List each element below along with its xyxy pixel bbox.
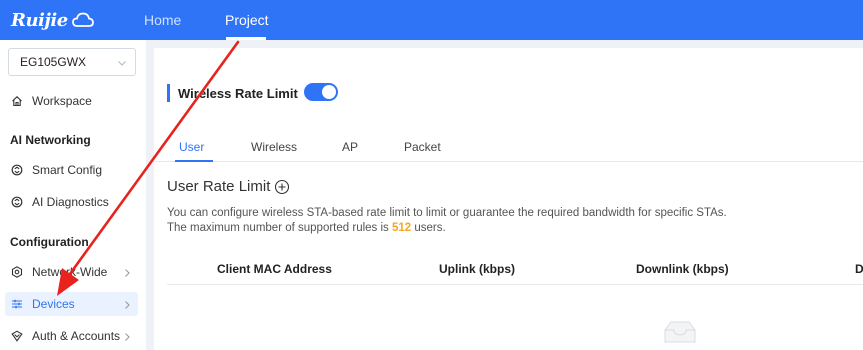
chevron-down-icon bbox=[117, 57, 127, 71]
title-accent-bar bbox=[167, 84, 170, 102]
column-header-truncated: D bbox=[855, 262, 863, 276]
active-tab-indicator bbox=[175, 160, 213, 162]
column-header-mac: Client MAC Address bbox=[217, 262, 332, 276]
home-icon bbox=[11, 95, 23, 107]
sidebar-item-label: Network-Wide bbox=[32, 265, 108, 279]
sidebar-item-label: Smart Config bbox=[32, 163, 103, 177]
toggle-knob bbox=[322, 85, 336, 99]
sidebar-section-configuration: Configuration bbox=[10, 235, 89, 249]
main-content: Wireless Rate Limit User Wireless AP Pac… bbox=[147, 40, 863, 350]
rate-limit-title: Wireless Rate Limit bbox=[178, 85, 298, 101]
logo-text: Ruijie bbox=[11, 9, 68, 31]
top-navbar: Ruijie Home Project bbox=[0, 0, 863, 40]
max-rules-value: 512 bbox=[391, 222, 412, 234]
sidebar-section-ai: AI Networking bbox=[10, 133, 91, 147]
chevron-right-icon bbox=[123, 331, 131, 345]
description-line-2: The maximum number of supported rules is… bbox=[167, 222, 446, 234]
empty-inbox-icon bbox=[661, 320, 699, 349]
chevron-right-icon bbox=[123, 299, 131, 313]
sidebar-item-label: AI Diagnostics bbox=[32, 195, 109, 209]
sidebar: EG105GWX Workspace AI Networking Smart C… bbox=[0, 40, 146, 350]
sidebar-item-smart-config[interactable]: Smart Config bbox=[0, 158, 146, 182]
shield-icon bbox=[11, 330, 23, 342]
nav-tab-home[interactable]: Home bbox=[144, 0, 181, 40]
tab-ap[interactable]: AP bbox=[342, 140, 358, 154]
column-header-downlink: Downlink (kbps) bbox=[636, 262, 729, 276]
description-line-1: You can configure wireless STA-based rat… bbox=[167, 207, 727, 219]
user-rate-limit-heading: User Rate Limit bbox=[167, 178, 290, 195]
content-card: Wireless Rate Limit User Wireless AP Pac… bbox=[154, 48, 863, 350]
desc-prefix: The maximum number of supported rules is bbox=[167, 222, 392, 234]
sidebar-item-devices[interactable]: Devices bbox=[5, 292, 138, 316]
desc-suffix: users. bbox=[411, 222, 446, 234]
chevron-right-icon bbox=[123, 267, 131, 281]
sidebar-item-label: Devices bbox=[32, 297, 75, 311]
device-select[interactable]: EG105GWX bbox=[8, 48, 136, 76]
sidebar-item-auth-accounts[interactable]: Auth & Accounts bbox=[0, 324, 146, 348]
tab-packet[interactable]: Packet bbox=[404, 140, 441, 154]
brand-logo[interactable]: Ruijie bbox=[11, 0, 131, 40]
tab-wireless[interactable]: Wireless bbox=[251, 140, 297, 154]
cloud-icon bbox=[71, 12, 94, 28]
tab-user[interactable]: User bbox=[179, 140, 204, 154]
rate-limit-header: Wireless Rate Limit bbox=[167, 84, 298, 102]
section-title: User Rate Limit bbox=[167, 178, 271, 195]
tab-bar: User Wireless AP Packet bbox=[154, 130, 863, 162]
sidebar-item-network-wide[interactable]: Network-Wide bbox=[0, 260, 146, 284]
ai-diagnostics-icon bbox=[11, 196, 23, 208]
column-header-uplink: Uplink (kbps) bbox=[439, 262, 516, 276]
gear-icon bbox=[11, 266, 23, 278]
sidebar-item-label: Auth & Accounts bbox=[32, 329, 121, 343]
sidebar-item-label: Workspace bbox=[32, 94, 92, 108]
sidebar-item-ai-diagnostics[interactable]: AI Diagnostics bbox=[0, 190, 146, 214]
rate-limit-toggle[interactable] bbox=[304, 83, 338, 101]
device-select-value: EG105GWX bbox=[20, 55, 87, 69]
table-header: Client MAC Address Uplink (kbps) Downlin… bbox=[167, 253, 863, 285]
sidebar-item-workspace[interactable]: Workspace bbox=[0, 89, 146, 113]
smart-config-icon bbox=[11, 164, 23, 176]
add-circle-icon[interactable] bbox=[274, 179, 290, 195]
nav-tab-project[interactable]: Project bbox=[225, 0, 269, 40]
devices-icon bbox=[11, 298, 23, 310]
